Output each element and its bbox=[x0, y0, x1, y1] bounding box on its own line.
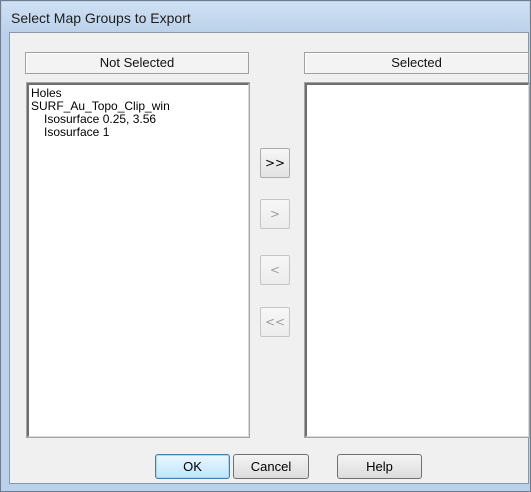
title-bar[interactable]: Select Map Groups to Export bbox=[2, 2, 529, 32]
help-button[interactable]: Help bbox=[337, 454, 422, 479]
not-selected-listbox[interactable]: Holes SURF_Au_Topo_Clip_win Isosurface 0… bbox=[26, 82, 250, 438]
dialog-title: Select Map Groups to Export bbox=[11, 10, 191, 26]
selected-header: Selected bbox=[304, 52, 529, 74]
not-selected-header: Not Selected bbox=[25, 52, 249, 74]
add-button[interactable]: > bbox=[260, 199, 290, 229]
export-dialog-window: Select Map Groups to Export Not Selected… bbox=[0, 0, 531, 492]
remove-all-button[interactable]: << bbox=[260, 307, 290, 337]
dialog-client-area: Not Selected Holes SURF_Au_Topo_Clip_win… bbox=[9, 32, 530, 484]
selected-listbox[interactable] bbox=[304, 82, 530, 438]
cancel-button[interactable]: Cancel bbox=[233, 454, 309, 479]
add-all-button[interactable]: >> bbox=[260, 148, 290, 178]
ok-button[interactable]: OK bbox=[155, 454, 230, 479]
list-item-isosurface-1[interactable]: Isosurface 1 bbox=[29, 126, 248, 139]
not-selected-items: Holes SURF_Au_Topo_Clip_win Isosurface 0… bbox=[29, 85, 248, 139]
remove-button[interactable]: < bbox=[260, 255, 290, 285]
